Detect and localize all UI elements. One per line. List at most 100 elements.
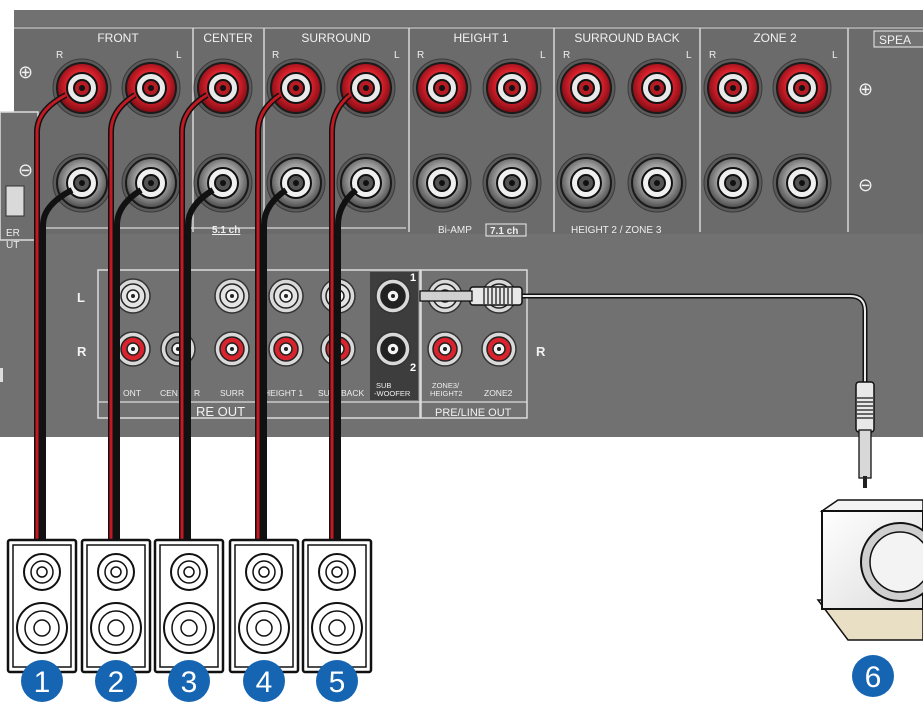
- pre-line-out-row-r: R: [536, 344, 546, 359]
- speaker-number-1: 1: [34, 666, 51, 699]
- terminal-minus-2[interactable]: [121, 153, 181, 213]
- speaker-2: [80, 538, 152, 674]
- speaker-number-badge-3: 3: [168, 660, 210, 702]
- terminal-plus-9[interactable]: [627, 58, 687, 118]
- group-header-zone2: ZONE 2: [753, 31, 797, 45]
- speaker-number-2: 2: [108, 666, 125, 699]
- pre-out-label-surr-back-a: SU: [318, 388, 330, 398]
- pre-out-row-r: R: [77, 344, 87, 359]
- surround-r-label: R: [272, 50, 279, 61]
- subwoofer-jack-1[interactable]: [375, 278, 411, 314]
- subwoofer-number: 6: [865, 661, 882, 694]
- left-cutoff-switch[interactable]: [5, 185, 25, 217]
- zone3-jack-r[interactable]: [427, 331, 463, 367]
- surround-back-l-label: L: [686, 50, 692, 61]
- label-51ch: 5.1 ch: [212, 225, 240, 236]
- pre-out-title: RE OUT: [196, 404, 245, 419]
- group-header-center: CENTER: [203, 31, 253, 45]
- rca-jack-r-3[interactable]: [214, 331, 250, 367]
- speaker-number-3: 3: [181, 666, 198, 699]
- terminal-plus-1[interactable]: [52, 58, 112, 118]
- speaker-number-badge-2: 2: [95, 660, 137, 702]
- left-cutoff-label-1: ER: [6, 228, 20, 239]
- height1-r-label: R: [417, 50, 424, 61]
- terminal-plus-11[interactable]: [772, 58, 832, 118]
- subwoofer: [816, 499, 923, 641]
- group-header-front: FRONT: [97, 31, 139, 45]
- speakers-title: SPEA: [879, 33, 911, 47]
- rca-plug-vertical-boot: [855, 381, 875, 433]
- terminal-plus-3[interactable]: [193, 58, 253, 118]
- pre-out-label-front: ONT: [123, 388, 141, 398]
- label-height2-zone3: HEIGHT 2 / ZONE 3: [571, 225, 662, 236]
- minus-symbol-left: ⊖: [18, 160, 33, 180]
- speaker-number-badge-1: 1: [21, 660, 63, 702]
- pre-out-label-surr-back-b: BACK: [341, 388, 364, 398]
- terminal-minus-8[interactable]: [556, 153, 616, 213]
- surround-l-label: L: [394, 50, 400, 61]
- group-header-height1: HEIGHT 1: [453, 31, 508, 45]
- rca-plug-vertical-tip: [858, 429, 872, 479]
- pre-line-out-title: PRE/LINE OUT: [435, 407, 512, 419]
- pre-out-row-l: L: [77, 290, 85, 305]
- speaker-number-badge-4: 4: [243, 660, 285, 702]
- sub-woofer-label-2: -WOOFER: [374, 389, 411, 398]
- group-header-surround-back: SURROUND BACK: [574, 31, 679, 45]
- terminal-minus-3[interactable]: [193, 153, 253, 213]
- terminal-plus-2[interactable]: [121, 58, 181, 118]
- zone2-jack-r[interactable]: [481, 331, 517, 367]
- terminal-minus-7[interactable]: [482, 153, 542, 213]
- rca-jack-l-3[interactable]: [268, 278, 304, 314]
- speaker-1: [6, 538, 78, 674]
- speaker-4: [228, 538, 300, 674]
- terminal-minus-4[interactable]: [266, 153, 326, 213]
- zone2-r-label: R: [709, 50, 716, 61]
- label-biamp: Bi-AMP: [438, 225, 472, 236]
- pre-out-label-center-r: R: [194, 388, 200, 398]
- terminal-plus-5[interactable]: [336, 58, 396, 118]
- subwoofer-driver-inner: [869, 531, 923, 593]
- front-r-label: R: [56, 50, 63, 61]
- pre-out-label-surr: SURR: [220, 388, 244, 398]
- speaker-number-badge-5: 5: [316, 660, 358, 702]
- rca-jack-l-2[interactable]: [214, 278, 250, 314]
- terminal-plus-10[interactable]: [703, 58, 763, 118]
- terminal-minus-11[interactable]: [772, 153, 832, 213]
- speakers-row: 1 2 3 4 5: [6, 538, 373, 702]
- terminal-plus-8[interactable]: [556, 58, 616, 118]
- subwoofer-jack-2[interactable]: [375, 331, 411, 367]
- rca-jack-r-1[interactable]: [115, 331, 151, 367]
- group-header-surround: SURROUND: [301, 31, 371, 45]
- zone2-l-label: L: [832, 50, 838, 61]
- plus-symbol-left: ⊕: [18, 62, 33, 82]
- pre-out-label-center: CEN: [160, 388, 178, 398]
- zone3-height2-label-2: HEIGHT2: [430, 389, 463, 398]
- rca-jack-r-4[interactable]: [268, 331, 304, 367]
- surround-back-r-label: R: [563, 50, 570, 61]
- plus-symbol-right: ⊕: [858, 79, 873, 99]
- subwoofer-number-badge: 6: [852, 655, 894, 697]
- terminal-minus-1[interactable]: [52, 153, 112, 213]
- rca-plug-horizontal-tip: [419, 290, 473, 302]
- minus-symbol-right: ⊖: [858, 175, 873, 195]
- terminal-minus-10[interactable]: [703, 153, 763, 213]
- speaker-3: [153, 538, 225, 674]
- terminal-plus-6[interactable]: [412, 58, 472, 118]
- subwoofer-top: [819, 499, 923, 512]
- terminal-minus-6[interactable]: [412, 153, 472, 213]
- sub-number-2: 2: [410, 362, 416, 374]
- terminal-minus-9[interactable]: [627, 153, 687, 213]
- rca-jack-l-1[interactable]: [115, 278, 151, 314]
- panel-left-edge-marker: [0, 368, 3, 382]
- sub-number-1: 1: [410, 272, 416, 284]
- zone2-label: ZONE2: [484, 388, 513, 398]
- terminal-plus-7[interactable]: [482, 58, 542, 118]
- connection-diagram: ER UT FRONT CENTER SURROUND HEIGHT 1 SUR…: [0, 0, 923, 702]
- speaker-number-4: 4: [256, 666, 273, 699]
- front-l-label: L: [176, 50, 182, 61]
- label-71ch: 7.1 ch: [490, 226, 518, 237]
- pre-out-label-height1: HEIGHT 1: [264, 388, 303, 398]
- speaker-number-5: 5: [329, 666, 346, 699]
- terminal-plus-4[interactable]: [266, 58, 326, 118]
- height1-l-label: L: [540, 50, 546, 61]
